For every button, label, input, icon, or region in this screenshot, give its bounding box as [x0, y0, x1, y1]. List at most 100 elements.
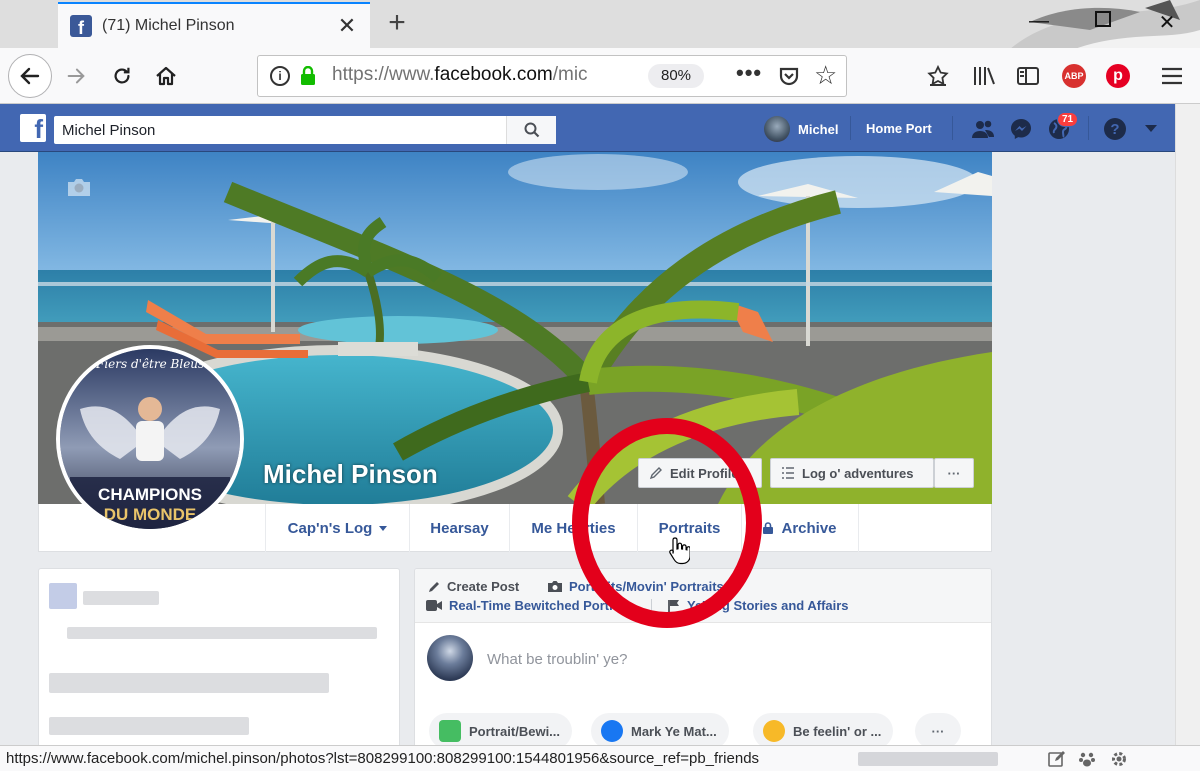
profile-picture[interactable]: Fiers d'être Bleus CHAMPIONS DU MONDE	[56, 345, 244, 533]
more-options-button[interactable]: ···	[934, 458, 974, 488]
reload-button[interactable]	[104, 58, 140, 94]
svg-text:?: ?	[1110, 121, 1119, 138]
video-camera-icon	[426, 600, 442, 611]
facebook-search-input[interactable]	[54, 116, 504, 144]
adblock-plus-icon[interactable]: ABP	[1058, 60, 1090, 92]
facebook-top-bar: f Michel Home Port ?	[0, 104, 1175, 152]
account-menu-chevron-down-icon[interactable]	[1138, 116, 1164, 142]
camera-icon	[548, 581, 562, 592]
feeling-activity-chip-label: Be feelin' or ...	[793, 723, 882, 739]
tab-about-label: Hearsay	[430, 519, 489, 537]
tag-friends-chip-label: Mark Ye Mat...	[631, 723, 717, 739]
red-highlight-circle	[572, 418, 762, 628]
composer-prompt-input[interactable]: What be troublin' ye?	[487, 651, 627, 668]
home-icon	[156, 66, 176, 86]
more-actions-chip[interactable]: ···	[915, 713, 961, 747]
page-actions-menu-icon[interactable]: •••	[736, 60, 762, 86]
library-icon[interactable]	[968, 60, 1000, 92]
home-link[interactable]: Home Port	[866, 121, 932, 136]
pencil-icon	[429, 581, 439, 592]
url-domain: facebook.com	[434, 64, 553, 85]
url-prefix: https://www.	[332, 64, 435, 85]
page-scrollbar[interactable]	[1175, 104, 1200, 745]
site-info-icon[interactable]: i	[270, 66, 290, 86]
bookmarks-star-icon[interactable]	[922, 60, 954, 92]
divider	[850, 116, 851, 140]
blurred-text	[49, 673, 329, 693]
caret-down-icon	[379, 525, 388, 531]
bookmark-star-icon[interactable]: ☆	[814, 60, 837, 91]
reload-icon	[114, 67, 130, 84]
new-tab-icon[interactable]: +	[382, 6, 412, 40]
tab-timeline-label: Cap'n's Log	[287, 519, 373, 537]
facebook-logo-icon[interactable]: f	[20, 114, 46, 142]
update-cover-camera-icon[interactable]	[66, 176, 92, 198]
hamburger-menu-icon[interactable]	[1156, 60, 1188, 92]
live-video-link[interactable]: Real-Time Bewitched Portrait	[425, 598, 629, 613]
photo-video-chip-label: Portrait/Bewi...	[469, 723, 561, 739]
activity-log-button[interactable]: Log o' adventures	[770, 458, 934, 488]
profile-shortcut[interactable]: Michel	[764, 116, 838, 142]
create-post-link[interactable]: Create Post	[427, 579, 519, 594]
minimize-window-icon[interactable]: —	[1024, 10, 1054, 33]
sidebar-icon[interactable]	[1012, 60, 1044, 92]
messenger-icon[interactable]	[1008, 116, 1034, 142]
tab-timeline[interactable]: Cap'n's Log	[265, 504, 409, 552]
url-text[interactable]: https://www.facebook.com/mic	[332, 64, 592, 86]
avatar-caption-line1: CHAMPIONS	[98, 485, 202, 504]
zoom-level-button[interactable]: 80%	[648, 64, 704, 88]
blurred-text	[49, 717, 249, 735]
avatar-script-text: Fiers d'être Bleus	[96, 357, 205, 371]
profile-name: Michel Pinson	[263, 459, 438, 489]
tab-close-icon[interactable]: ✕	[336, 13, 358, 39]
user-avatar	[764, 116, 790, 142]
search-button[interactable]	[506, 116, 556, 144]
maximize-window-icon[interactable]	[1088, 10, 1118, 33]
feeling-activity-chip[interactable]: Be feelin' or ...	[753, 713, 894, 747]
pinterest-icon[interactable]: p	[1102, 60, 1134, 92]
forward-button[interactable]	[58, 58, 94, 94]
tag-friends-chip[interactable]: Mark Ye Mat...	[591, 713, 729, 747]
avatar-caption-line2: DU MONDE	[103, 505, 197, 524]
blurred-text	[858, 752, 998, 766]
composer-avatar	[427, 635, 473, 681]
paw-icon[interactable]	[1078, 750, 1096, 771]
url-bar[interactable]: i https://www.facebook.com/mic 80% ••• ☆	[257, 55, 847, 97]
blurred-text	[67, 627, 377, 639]
create-post-label: Create Post	[447, 579, 520, 594]
home-button[interactable]	[148, 58, 184, 94]
hand-pointer-cursor-icon	[668, 536, 691, 571]
forward-arrow-icon	[67, 68, 85, 84]
help-icon[interactable]: ?	[1102, 116, 1128, 142]
url-path: /mic	[552, 64, 588, 85]
search-icon	[524, 122, 539, 138]
lock-icon	[763, 522, 774, 534]
photo-video-chip[interactable]: Portrait/Bewi...	[429, 713, 573, 747]
compose-note-icon[interactable]	[1048, 750, 1066, 771]
pocket-icon[interactable]	[778, 65, 800, 87]
facebook-search-box[interactable]	[54, 116, 556, 144]
activity-log-label: Log o' adventures	[802, 465, 914, 481]
gear-icon[interactable]	[1110, 750, 1128, 771]
browser-tab[interactable]: f (71) Michel Pinson ✕	[58, 2, 370, 48]
tag-friends-icon	[601, 720, 623, 742]
back-button[interactable]	[8, 54, 52, 98]
secure-lock-icon[interactable]	[300, 66, 316, 86]
close-window-icon[interactable]: ✕	[1152, 10, 1182, 35]
list-icon	[782, 467, 794, 479]
browser-nav-bar: i https://www.facebook.com/mic 80% ••• ☆…	[0, 48, 1200, 123]
blurred-text	[83, 591, 159, 605]
intro-card	[38, 568, 400, 748]
adblock-plus-label: ABP	[1062, 64, 1086, 88]
photo-icon	[439, 720, 461, 742]
tab-about[interactable]: Hearsay	[409, 504, 509, 552]
friend-requests-icon[interactable]	[970, 116, 996, 142]
notification-count-badge: 71	[1057, 112, 1079, 127]
smiley-icon	[763, 720, 785, 742]
divider	[952, 116, 953, 140]
status-link-url: https://www.facebook.com/michel.pinson/p…	[6, 750, 760, 767]
tab-archive-label: Archive	[781, 519, 837, 537]
back-arrow-icon	[20, 67, 40, 85]
divider	[1088, 116, 1089, 140]
facebook-favicon-icon: f	[70, 15, 92, 37]
